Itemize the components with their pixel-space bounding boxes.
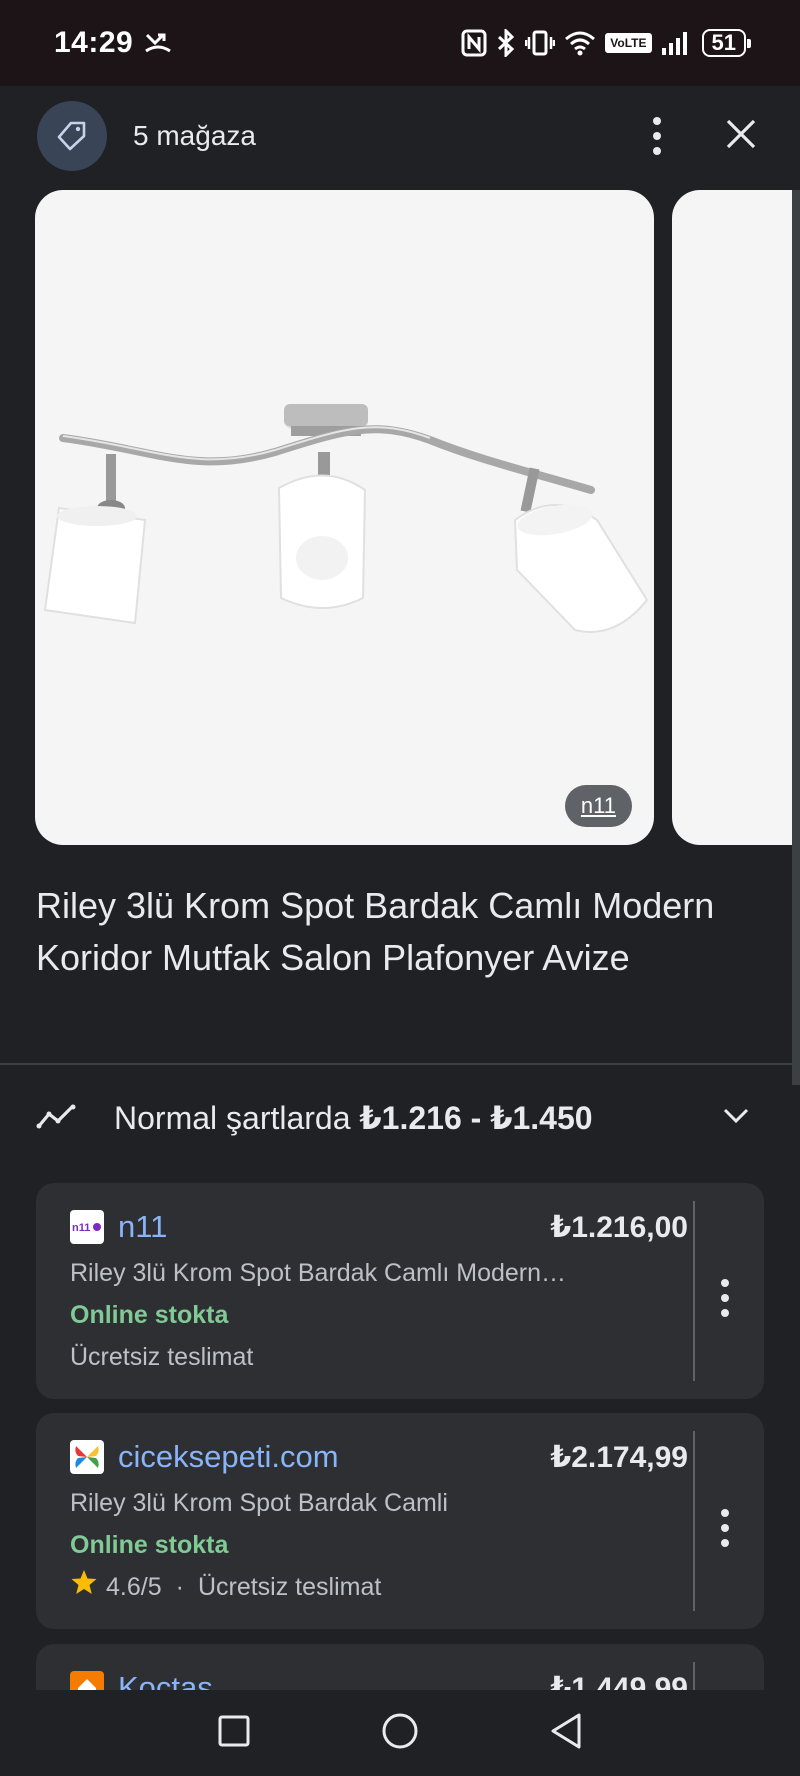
wifi-icon (564, 30, 596, 56)
divider (693, 1201, 695, 1381)
trend-icon (36, 1101, 78, 1136)
product-title: Riley 3lü Krom Spot Bardak Camlı Modern … (36, 885, 715, 978)
merchant-name[interactable]: n11 (118, 1209, 167, 1245)
scrollbar[interactable] (792, 190, 800, 1085)
merchant-name[interactable]: ciceksepeti.com (118, 1439, 339, 1475)
bluetooth-icon (496, 29, 516, 57)
separator: · (175, 1573, 184, 1601)
offer-card[interactable]: n11 n11 ₺1.216,00 Riley 3lü Krom Spot Ba… (36, 1183, 764, 1399)
rating: 4.6/5 (106, 1573, 162, 1601)
offer-price: ₺1.216,00 (550, 1210, 688, 1244)
price-range-prefix: Normal şartlarda (114, 1100, 360, 1136)
chevron-down-icon[interactable] (722, 1107, 750, 1130)
stock-status: Online stokta (70, 1531, 229, 1559)
delivery-info: Ücretsiz teslimat (197, 1573, 382, 1601)
svg-text:n11: n11 (72, 1222, 90, 1234)
star-icon (70, 1569, 98, 1605)
divider (0, 1063, 800, 1065)
next-product-image[interactable] (672, 190, 800, 845)
image-gallery[interactable]: n11 (0, 190, 800, 845)
back-button[interactable] (549, 1712, 583, 1755)
missed-call-icon (143, 31, 173, 55)
delivery-info: Ücretsiz teslimat (70, 1343, 254, 1371)
offer-description: Riley 3lü Krom Spot Bardak Camlı Modern… (70, 1259, 567, 1287)
battery-level: 51 (711, 30, 736, 55)
top-bar: 5 mağaza (0, 86, 800, 186)
more-vert-icon[interactable] (721, 1509, 729, 1547)
price-range-row[interactable]: Normal şartlarda ₺1.216 - ₺1.450 (0, 1085, 800, 1151)
more-vert-icon[interactable] (653, 117, 661, 155)
store-count: 5 mağaza (133, 120, 256, 151)
status-bar: 14:29 VoLTE 51 (0, 0, 800, 86)
price-range-label: Normal şartlarda ₺1.216 - ₺1.450 (114, 1099, 593, 1137)
product-image[interactable]: n11 (35, 190, 654, 845)
divider (693, 1431, 695, 1611)
nfc-icon (461, 29, 487, 57)
n11-logo: n11 (70, 1210, 104, 1244)
more-vert-icon[interactable] (721, 1279, 729, 1317)
price-range-value: ₺1.216 - ₺1.450 (359, 1100, 593, 1136)
close-icon[interactable] (725, 118, 757, 155)
battery-icon: 51 (701, 29, 752, 57)
status-time: 14:29 (54, 26, 134, 59)
vibrate-icon (525, 29, 556, 57)
volte-icon: VoLTE (605, 33, 652, 53)
home-button[interactable] (381, 1712, 419, 1755)
ceiling-light-illustration (43, 404, 649, 633)
stock-status: Online stokta (70, 1301, 229, 1329)
ciceksepeti-logo (70, 1440, 104, 1474)
navigation-bar (0, 1690, 800, 1776)
offer-price: ₺2.174,99 (550, 1440, 688, 1474)
offer-description: Riley 3lü Krom Spot Bardak Camli (70, 1489, 448, 1517)
image-source-badge[interactable]: n11 (564, 785, 632, 827)
recents-button[interactable] (217, 1714, 251, 1753)
signal-icon (661, 30, 693, 56)
offer-card[interactable]: ciceksepeti.com ₺2.174,99 Riley 3lü Krom… (36, 1413, 764, 1629)
tag-icon[interactable] (37, 101, 107, 171)
